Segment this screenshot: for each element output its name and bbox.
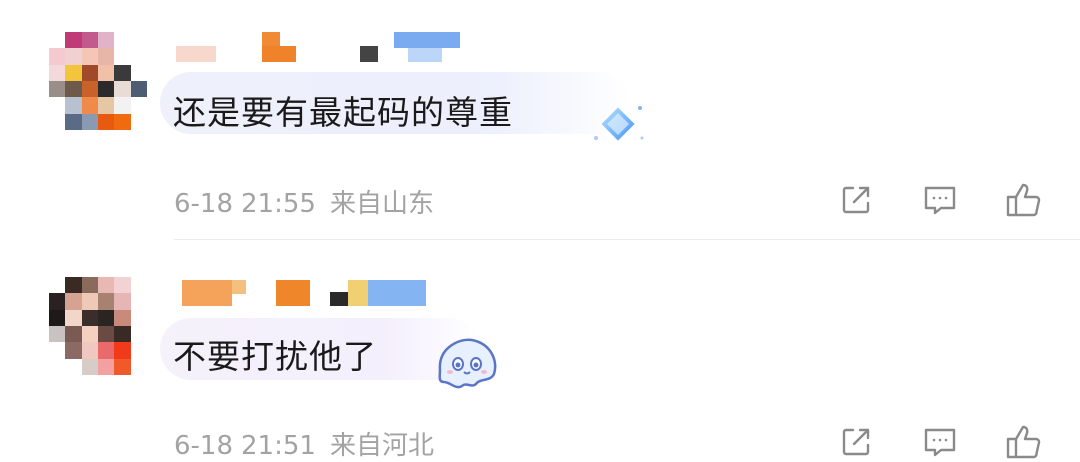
mascot-sticker-icon [438, 338, 497, 389]
comment-location: 来自山东 [329, 189, 434, 219]
share-button[interactable] [836, 180, 876, 220]
share-icon [842, 428, 870, 456]
comment-item: 还是要有最起码的尊重 6-18 21:55 来自山东 [0, 0, 1080, 240]
reply-icon [924, 186, 956, 215]
share-button[interactable] [836, 422, 876, 462]
comment-time: 21:55 [241, 189, 316, 219]
diamond-badge-icon [594, 104, 644, 144]
like-button[interactable] [1004, 180, 1044, 220]
share-icon [842, 186, 870, 214]
comment-text: 还是要有最起码的尊重 [173, 93, 513, 132]
avatar[interactable] [49, 277, 147, 375]
comment-date: 6-18 [174, 189, 234, 219]
comment-meta: 6-18 21:55 来自山东 [174, 183, 434, 220]
like-button[interactable] [1004, 422, 1044, 462]
like-icon [1006, 183, 1041, 217]
reply-icon [924, 428, 956, 457]
comment-actions [792, 180, 1044, 220]
comment-actions [792, 422, 1044, 462]
like-icon [1006, 425, 1041, 459]
comment-item: 不要打扰他了 6-18 21:51 来自河北 [0, 240, 1080, 461]
reply-button[interactable] [920, 180, 960, 220]
reply-button[interactable] [920, 422, 960, 462]
comment-text: 不要打扰他了 [173, 337, 377, 376]
comment-meta: 6-18 21:51 来自河北 [174, 425, 434, 462]
avatar[interactable] [49, 32, 147, 130]
